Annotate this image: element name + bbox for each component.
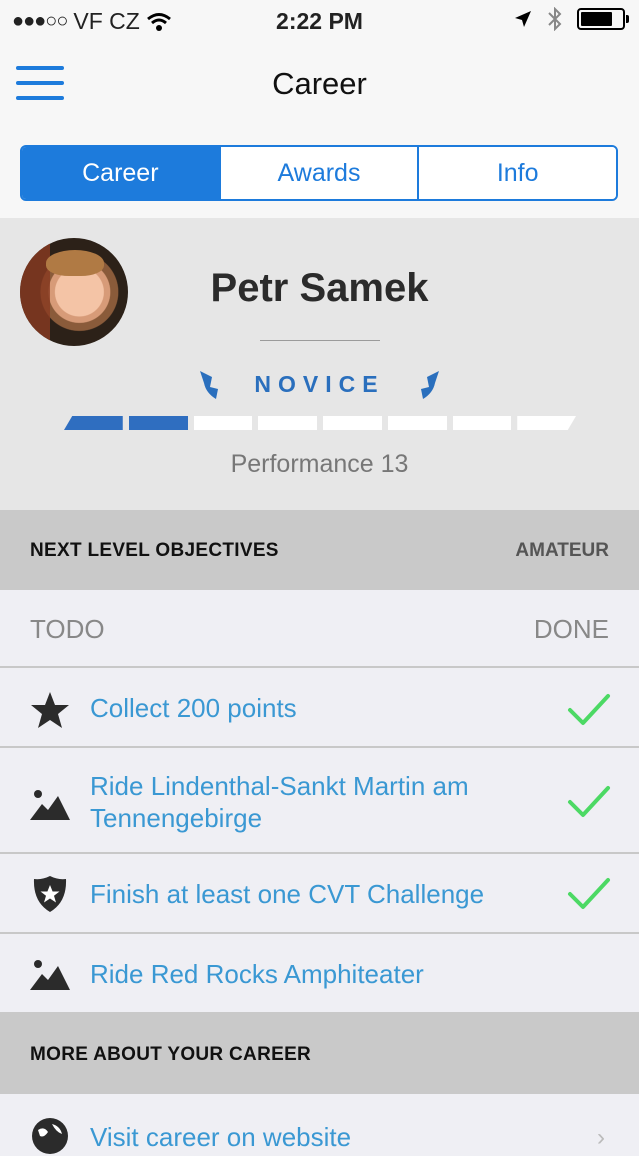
location-arrow-icon (515, 11, 531, 27)
progress-segment (193, 416, 253, 430)
progress-segment (517, 416, 576, 430)
tab-info[interactable]: Info (417, 147, 616, 199)
user-name: Petr Samek (210, 266, 429, 310)
progress-segment (323, 416, 382, 430)
done-label: DONE (533, 614, 609, 644)
performance-label: Performance 13 (230, 450, 409, 478)
more-career-title: MORE ABOUT YOUR CAREER (30, 1044, 312, 1065)
level-progress-bar (64, 416, 576, 430)
next-level-label: AMATEUR (515, 540, 609, 561)
star-icon (31, 692, 69, 728)
objective-text: Ride Red Rocks Amphiteater (90, 959, 424, 989)
level-label: NOVICE (254, 370, 385, 397)
globe-icon (32, 1118, 68, 1154)
status-right (513, 7, 629, 31)
status-bar: ●●●○○ VF CZ 2:22 PM (0, 0, 639, 40)
checkmark-icon (568, 878, 610, 909)
progress-segment (64, 416, 123, 430)
shield-star-icon (33, 876, 67, 912)
visit-website-row[interactable]: Visit career on website › (0, 1094, 639, 1154)
objectives-header: NEXT LEVEL OBJECTIVES AMATEUR (0, 510, 639, 590)
progress-segment (128, 416, 188, 430)
objectives-title: NEXT LEVEL OBJECTIVES (30, 540, 279, 561)
tab-awards[interactable]: Awards (218, 147, 418, 199)
objective-text: Ride Lindenthal-Sankt Martin am Tennenge… (90, 771, 469, 833)
more-career-header: MORE ABOUT YOUR CAREER (0, 1012, 639, 1094)
bluetooth-icon (548, 7, 562, 31)
checkmark-icon (568, 786, 610, 817)
mountain-icon (30, 790, 70, 820)
objective-row[interactable]: Collect 200 points (0, 668, 639, 748)
tab-bar-container: Career Awards Info (0, 128, 639, 218)
tab-career[interactable]: Career (22, 147, 219, 199)
progress-segment (452, 416, 512, 430)
segmented-control: Career Awards Info (20, 145, 618, 201)
nav-bar: Career (0, 40, 639, 128)
objective-text: Collect 200 points (90, 693, 297, 723)
left-wing-icon (200, 371, 219, 399)
todo-label: TODO (30, 614, 105, 644)
checkmark-icon (568, 694, 610, 725)
objective-row[interactable]: Finish at least one CVT Challenge (0, 854, 639, 934)
objective-row[interactable]: Ride Red Rocks Amphiteater (0, 934, 639, 1012)
progress-segment (387, 416, 447, 430)
objective-row[interactable]: Ride Lindenthal-Sankt Martin am Tennenge… (0, 748, 639, 854)
chevron-right-icon: › (597, 1124, 605, 1151)
level-badge: NOVICE (0, 364, 639, 404)
right-wing-icon (420, 371, 439, 399)
profile-card: Petr Samek NOVICE Performance 13 (0, 218, 639, 510)
page-title: Career (272, 66, 367, 101)
objective-text: Finish at least one CVT Challenge (90, 879, 485, 909)
visit-website-link: Visit career on website (90, 1122, 352, 1152)
progress-segment (258, 416, 317, 430)
mountain-icon (30, 960, 70, 990)
battery-icon (577, 8, 629, 30)
name-divider (260, 340, 380, 341)
objectives-column-header: TODO DONE (0, 590, 639, 668)
